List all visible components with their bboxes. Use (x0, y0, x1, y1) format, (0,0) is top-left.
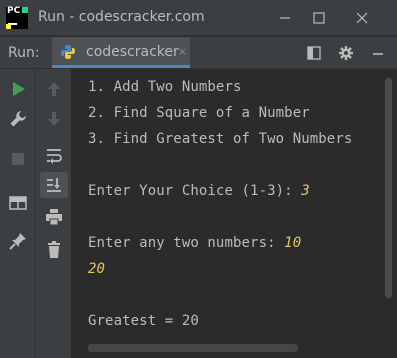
maximize-icon (313, 12, 325, 24)
console-line: 1. Add Two Numbers (88, 79, 242, 95)
horizontal-scrollbar[interactable] (88, 344, 298, 352)
close-icon (356, 12, 368, 24)
layout-icon[interactable] (306, 45, 322, 61)
console-line: Enter any two numbers: 10 (88, 235, 302, 251)
scroll-to-end-icon[interactable] (44, 175, 64, 195)
arrow-down-icon[interactable] (44, 109, 64, 129)
console-output[interactable]: 1. Add Two Numbers 2. Find Square of a N… (72, 69, 385, 358)
window-titlebar: PC Run - codescracker.com (0, 0, 397, 36)
user-input: 10 (284, 235, 302, 251)
stop-icon[interactable] (8, 149, 28, 169)
console-line: Greatest = 20 (88, 313, 199, 329)
console-line: 3. Find Greatest of Two Numbers (88, 131, 353, 147)
console-line: 20 (88, 261, 105, 277)
print-icon[interactable] (44, 207, 64, 227)
run-toolbar: Run: codescracker × (0, 37, 397, 69)
minus-icon[interactable] (370, 45, 386, 61)
gear-icon[interactable] (338, 45, 354, 61)
tab-close-icon[interactable]: × (178, 45, 187, 58)
arrow-up-icon[interactable] (44, 79, 64, 99)
close-button[interactable] (340, 0, 384, 36)
run-icon[interactable] (8, 79, 28, 99)
tab-codescracker[interactable]: codescracker × (52, 37, 190, 68)
pin-icon[interactable] (8, 231, 28, 251)
user-input: 3 (301, 183, 310, 199)
vertical-scrollbar[interactable] (385, 78, 392, 298)
python-icon (61, 45, 75, 59)
user-input: 20 (88, 261, 106, 277)
window-title: Run - codescracker.com (38, 9, 205, 25)
wrench-icon[interactable] (8, 109, 28, 129)
layout-icon[interactable] (8, 193, 28, 213)
pycharm-logo-icon: PC (6, 6, 28, 29)
trash-icon[interactable] (44, 240, 64, 260)
console-line: 2. Find Square of a Number (88, 105, 310, 121)
maximize-button[interactable] (297, 0, 341, 36)
tab-label: codescracker (86, 44, 179, 60)
minimize-icon (280, 17, 290, 19)
run-actions-column (0, 69, 36, 358)
soft-wrap-icon[interactable] (44, 145, 64, 165)
console-line: Enter Your Choice (1-3): 3 (88, 183, 310, 199)
run-label: Run: (8, 45, 40, 61)
